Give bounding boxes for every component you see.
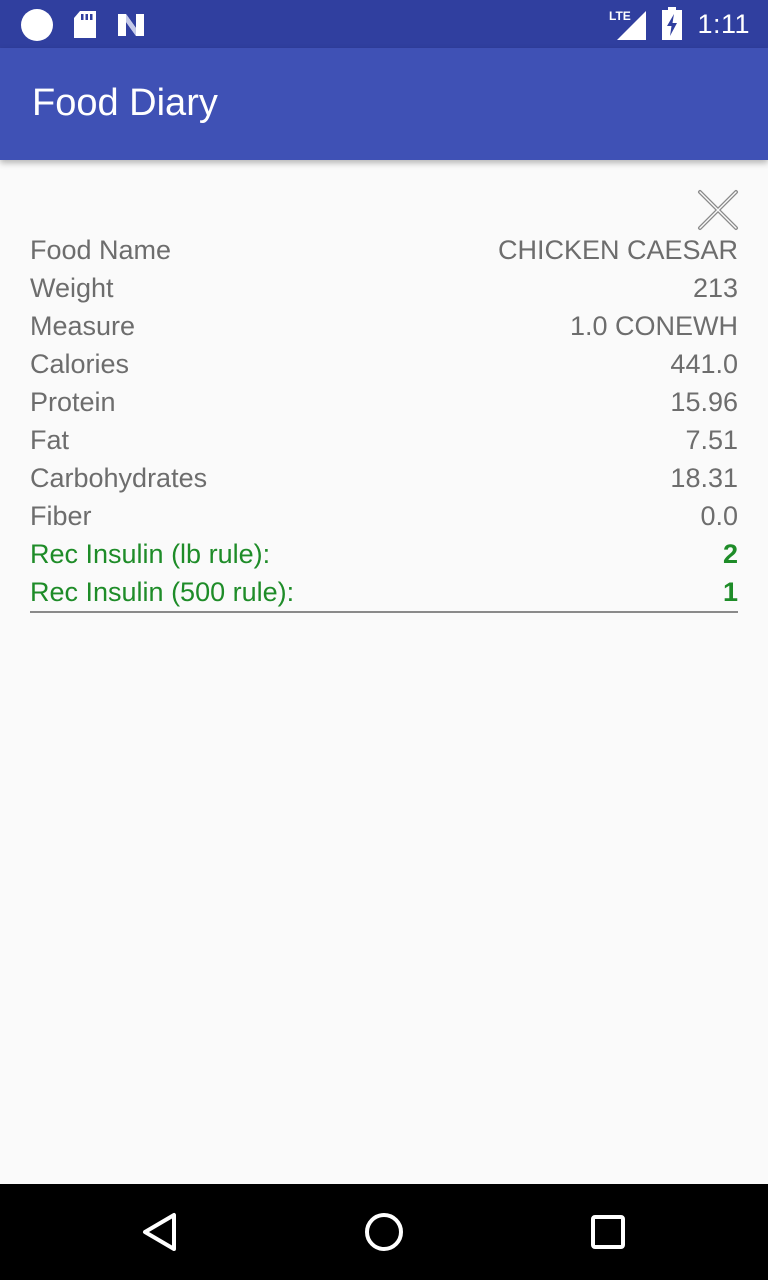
insulin-500-rule-label: Rec Insulin (500 rule):: [30, 576, 295, 607]
row-fiber: Fiber 0.0: [30, 497, 738, 535]
row-calories: Calories 441.0: [30, 345, 738, 383]
measure-label: Measure: [30, 310, 136, 341]
clock: 1:11: [697, 8, 750, 39]
network-label: LTE: [609, 9, 631, 23]
fat-label: Fat: [30, 424, 70, 455]
sd-card-icon: [74, 11, 96, 38]
fiber-value: 0.0: [700, 500, 738, 531]
navigation-bar: [0, 1184, 768, 1280]
insulin-lb-rule-value: 2: [722, 538, 738, 569]
app-bar: Food Diary: [0, 48, 768, 160]
protein-value: 15.96: [670, 386, 738, 417]
home-circle-icon: [365, 1213, 403, 1251]
row-measure: Measure 1.0 CONEWH: [30, 307, 738, 345]
weight-value: 213: [692, 272, 738, 303]
close-icon: [698, 190, 738, 230]
system-status: LTE 1:11: [609, 6, 750, 42]
calories-value: 441.0: [670, 348, 738, 379]
protein-label: Protein: [30, 386, 116, 417]
insulin-lb-rule-label: Rec Insulin (lb rule):: [30, 538, 271, 569]
food-details-table: Food Name CHICKEN CAESAR Weight 213 Meas…: [30, 231, 738, 613]
status-bar: LTE 1:11: [0, 0, 768, 48]
n-logo-icon: [118, 14, 144, 36]
notification-icons: [20, 8, 146, 42]
carbohydrates-value: 18.31: [670, 462, 738, 493]
food-detail-panel: Food Name CHICKEN CAESAR Weight 213 Meas…: [0, 160, 768, 1184]
row-food-name: Food Name CHICKEN CAESAR: [30, 231, 738, 269]
carbohydrates-label: Carbohydrates: [30, 462, 208, 493]
row-insulin-500-rule: Rec Insulin (500 rule): 1: [30, 573, 738, 611]
battery-charging-icon: [662, 7, 683, 40]
fiber-label: Fiber: [30, 500, 92, 531]
fat-value: 7.51: [685, 424, 738, 455]
row-protein: Protein 15.96: [30, 383, 738, 421]
food-name-value: CHICKEN CAESAR: [497, 234, 738, 265]
row-carbohydrates: Carbohydrates 18.31: [30, 459, 738, 497]
circle-notification-icon: [21, 9, 53, 41]
calories-label: Calories: [30, 348, 130, 379]
weight-label: Weight: [30, 272, 114, 303]
lte-signal-icon: LTE: [609, 9, 647, 40]
app-title: Food Diary: [32, 82, 218, 124]
close-button[interactable]: [696, 188, 740, 232]
row-insulin-lb-rule: Rec Insulin (lb rule): 2: [30, 535, 738, 573]
measure-value: 1.0 CONEWH: [569, 310, 738, 341]
back-button[interactable]: [138, 1210, 182, 1254]
divider: [30, 611, 738, 613]
row-weight: Weight 213: [30, 269, 738, 307]
home-button[interactable]: [362, 1210, 406, 1254]
recents-button[interactable]: [586, 1210, 630, 1254]
recents-square-icon: [591, 1215, 625, 1249]
back-triangle-icon: [143, 1213, 176, 1251]
food-name-label: Food Name: [30, 234, 172, 265]
insulin-500-rule-value: 1: [722, 576, 738, 607]
row-fat: Fat 7.51: [30, 421, 738, 459]
